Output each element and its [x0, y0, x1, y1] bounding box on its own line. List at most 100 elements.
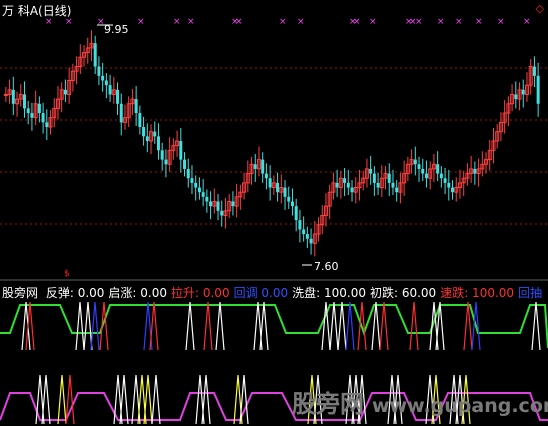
candle-body: [268, 178, 272, 188]
candle-body: [309, 238, 313, 244]
candle-body: [376, 182, 380, 188]
candle-body: [11, 89, 15, 104]
indicator-spike: [57, 374, 67, 425]
candle-body: [179, 141, 183, 160]
indicator-item: 回调 0.00: [233, 286, 289, 300]
candle-body: [473, 168, 477, 174]
candle-body: [417, 164, 421, 169]
signal-marker: ×: [137, 17, 145, 27]
candle-body: [186, 168, 190, 179]
indicator-spike: [99, 301, 109, 351]
candle-body: [276, 182, 280, 193]
indicator-spike: [345, 301, 355, 351]
candle-body: [194, 182, 198, 188]
indicator-legend: 股旁网 反弹: 0.00 启涨: 0.00 拉升: 0.00 回调 0.00 洗盘: 1…: [2, 284, 548, 301]
candle-body: [439, 173, 443, 179]
candle-body: [45, 122, 49, 128]
indicator-spike: [215, 301, 225, 351]
indicator-spike: [239, 374, 249, 425]
candle-body: [294, 206, 298, 221]
indicator-item: 反弹: 0.00: [45, 286, 105, 300]
indicator-spike: [337, 301, 347, 351]
candle-body: [205, 196, 209, 202]
candle-body: [387, 173, 391, 183]
signal-markers: × × × × × × ×× × × ×× × ××× × × × × ×$: [45, 17, 531, 279]
indicator-item: 启涨: 0.00: [108, 286, 167, 300]
indicator-spike: [259, 301, 269, 351]
candle-body: [22, 94, 26, 109]
low-price-label: 7.60: [314, 260, 339, 273]
candle-body: [37, 103, 41, 114]
indicator-spike: [75, 301, 85, 351]
candle-body: [134, 99, 138, 114]
candle-body: [201, 192, 205, 197]
candle-body: [346, 182, 350, 188]
signal-marker: ×: [45, 17, 53, 27]
signal-marker: ×: [455, 17, 463, 27]
signal-marker: ×: [187, 17, 195, 27]
candle-body: [350, 187, 354, 193]
candle-body: [521, 89, 525, 95]
indicator-item: 拉升: 0.00: [171, 286, 230, 300]
candle-body: [63, 89, 67, 95]
candle-body: [116, 89, 120, 104]
indicator-item: 洗盘: 100.00: [292, 286, 366, 300]
candle-body: [164, 159, 168, 165]
candle-body: [108, 85, 112, 95]
chart-canvas: × × × × × × ×× × × ×× × ××× × × × × ×$ 9.95 7.60 股旁网 www…: [0, 17, 548, 425]
candle-body: [335, 182, 339, 188]
candle-body: [290, 201, 294, 207]
candle-body: [119, 103, 123, 123]
candlesticks: [3, 30, 540, 257]
candle-body: [451, 187, 455, 193]
indicator-item: 速跌: 100.00: [440, 286, 515, 300]
signal-marker: ×: [497, 17, 505, 27]
watermark: 股旁网 www.gupang.com: [292, 390, 548, 418]
candle-body: [424, 173, 428, 179]
indicator-spike: [409, 301, 419, 351]
candle-body: [216, 201, 220, 211]
candle-body: [261, 159, 265, 174]
candle-body: [220, 210, 224, 216]
candle-body: [436, 164, 440, 174]
signal-marker: ×: [65, 17, 73, 27]
watermark-url: www.gupang.com: [372, 395, 548, 417]
signal-marker: ×: [369, 17, 377, 27]
candle-body: [30, 113, 34, 118]
indicator-spike: [329, 301, 339, 351]
indicator-spike: [119, 374, 129, 425]
indicator-item: 初跌: 60.00: [369, 286, 437, 300]
candle-body: [97, 66, 101, 76]
candle-body: [3, 93, 8, 96]
candle-body: [395, 187, 399, 193]
indicator-spike: [83, 301, 93, 351]
indicator-spike: [65, 374, 75, 425]
indicator-name: 股旁网: [2, 286, 39, 300]
candle-body: [532, 66, 536, 76]
candle-body: [209, 201, 213, 207]
candle-body: [138, 113, 142, 128]
candle-body: [253, 164, 257, 169]
signal-marker: ×: [173, 17, 181, 27]
indicator-spike: [435, 301, 445, 351]
candle-body: [287, 196, 291, 202]
indicator-spike: [379, 301, 389, 351]
signal-marker: ×: [297, 17, 305, 27]
candle-body: [231, 201, 235, 207]
candle-body: [145, 136, 149, 141]
candle-body: [421, 168, 425, 174]
candle-body: [190, 178, 194, 183]
indicator-spike: [201, 374, 211, 425]
candle-body: [264, 173, 268, 179]
candle-body: [302, 229, 306, 235]
indicator-spike: [151, 374, 161, 425]
candle-body: [104, 80, 108, 86]
candle-body: [413, 159, 417, 165]
indicator-spike: [90, 301, 100, 351]
signal-marker: ×: [279, 17, 287, 27]
indicator-item: 回抽: [518, 286, 543, 300]
candle-body: [41, 113, 45, 123]
candle-body: [536, 75, 540, 104]
candle-body: [142, 127, 146, 137]
indicator-spike: [185, 301, 195, 351]
